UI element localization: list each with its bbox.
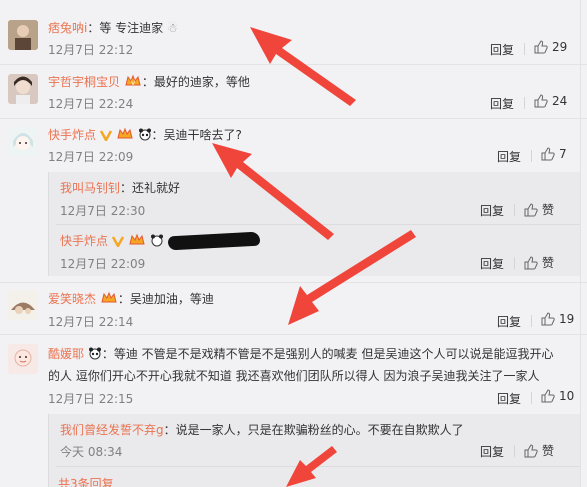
red-arrow-icon: [250, 27, 356, 106]
comment-panel: 痞兔呐i：等 专注迪家 ☃ 12月7日 22:12 回复 29 宇哲宇桐宝贝 V…: [0, 0, 587, 487]
red-arrow-icon: [286, 446, 337, 487]
red-arrow-icon: [288, 230, 416, 325]
annotation-arrows: [212, 27, 416, 487]
red-arrow-icon: [212, 143, 334, 240]
